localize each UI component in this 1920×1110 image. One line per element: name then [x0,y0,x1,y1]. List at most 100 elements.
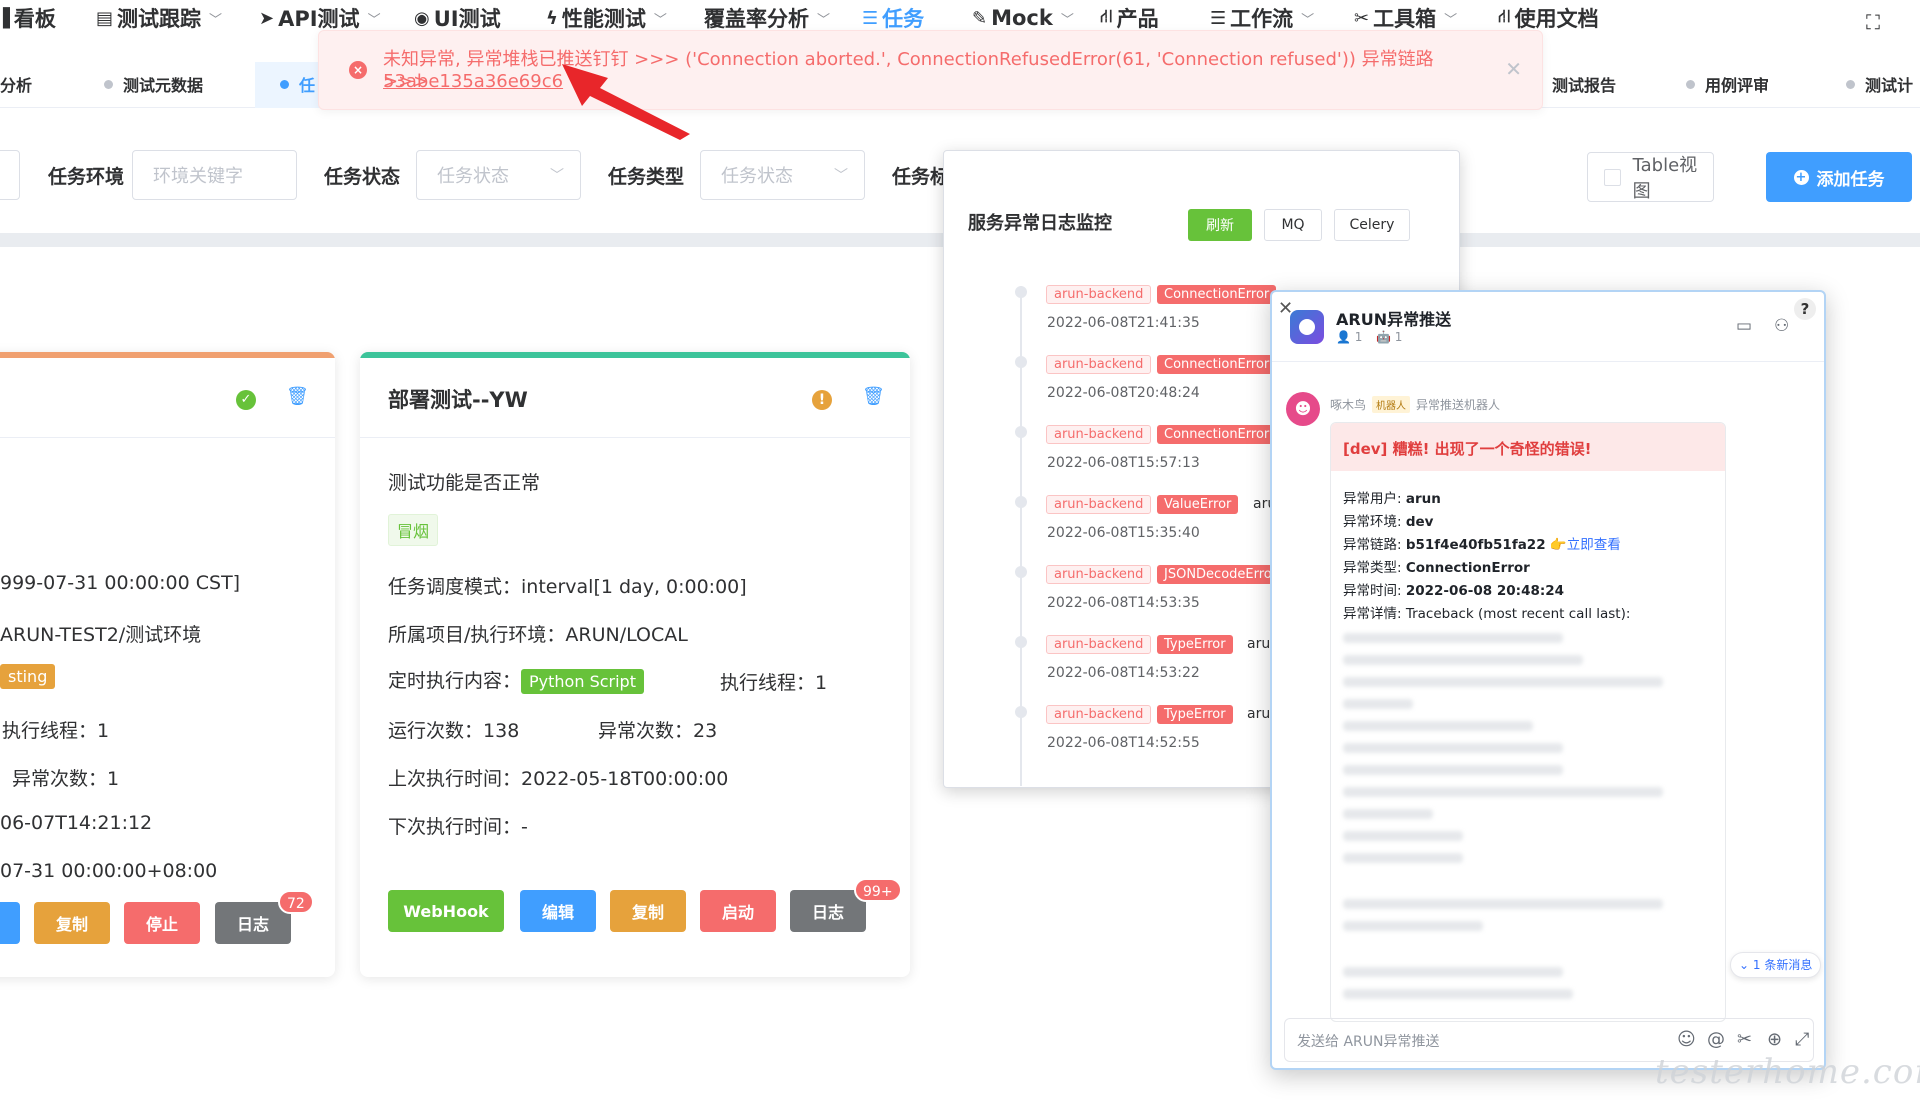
copy-button[interactable]: 复制 [34,902,110,944]
log-user: aru [1247,706,1271,722]
field-value: dev [1405,514,1434,530]
stop-button[interactable]: 停止 [124,902,200,944]
mention-icon[interactable]: @ [1707,1029,1725,1050]
nav-test-tracking[interactable]: ▤ 测试跟踪 ﹀ [96,5,222,31]
timeline-dot [1015,286,1027,298]
error-alert: × 未知异常, 异常堆栈已推送钉钉 >>> ('Connection abort… [318,30,1543,110]
add-icon[interactable]: ⊕ [1767,1029,1782,1050]
field-label: 异常时间: [1343,583,1406,599]
list-icon: ☰ [862,7,879,29]
copy-button[interactable]: 复制 [610,890,686,932]
webhook-button[interactable]: WebHook [388,890,504,932]
mq-button[interactable]: MQ [1264,209,1322,241]
nav-tasks[interactable]: ☰ 任务 [862,5,924,31]
nav-performance[interactable]: ϟ 性能测试 ﹀ [546,5,667,31]
error-tag[interactable]: ConnectionError [1157,285,1277,304]
error-tag[interactable]: ConnectionError [1157,355,1277,374]
blurred-text [1343,655,1583,665]
edit-button[interactable] [0,902,20,944]
project-value: ARUN/LOCAL [565,624,688,646]
nav-ui-test[interactable]: ◉ UI测试 [414,5,501,31]
nav-workflow[interactable]: ☰ 工作流 ﹀ [1210,5,1314,31]
fullscreen-icon[interactable]: ⛶ [1866,10,1880,34]
close-icon[interactable]: ✕ [1505,57,1522,81]
nav-label: Mock [991,6,1053,30]
nav-label: 性能测试 [561,7,646,31]
bot-count-value: 1 [1394,330,1403,344]
env-keyword-input[interactable]: 环境关键字 [132,150,297,200]
tab-analysis[interactable]: 分析 [0,70,32,98]
nav-product[interactable]: ⛙ 产品 [1100,5,1159,31]
status-ok-icon: ✓ [236,390,256,410]
video-icon[interactable]: ▭ [1736,316,1752,336]
refresh-button[interactable]: 刷新 [1188,209,1252,241]
nav-mock[interactable]: ✎ Mock ﹀ [972,5,1074,31]
help-icon[interactable]: ? [1794,298,1816,320]
field-value: arun [1405,491,1441,507]
card-description: 测试功能是否正常 [388,472,541,494]
start-button[interactable]: 启动 [700,890,776,932]
filter-input-partial[interactable] [0,150,20,200]
chart-icon: ▐ [0,7,10,29]
new-message-button[interactable]: ⌄ 1 条新消息 [1730,952,1822,978]
type-select[interactable]: 任务状态 ﹀ [700,150,865,200]
table-view-toggle[interactable]: Table视图 [1587,152,1714,202]
celery-button[interactable]: Celery [1334,209,1410,241]
service-tag: arun-backend [1046,705,1152,724]
tab-case-review[interactable]: 用例评审 [1686,70,1769,98]
card-line: 06-07T14:21:12 [0,812,153,834]
edit-button[interactable]: 编辑 [520,890,596,932]
scissors-icon[interactable]: ✂ [1737,1029,1752,1050]
nav-dashboard[interactable]: ▐ 看板 [0,5,56,31]
nav-docs[interactable]: ⛙ 使用文档 [1498,5,1599,31]
add-member-icon[interactable]: ⚇ [1774,316,1789,336]
error-tag[interactable]: TypeError [1157,635,1233,654]
trash-icon[interactable]: 🗑 [862,386,885,407]
group-avatar [1290,310,1324,344]
runs-label: 运行次数： [388,720,484,742]
sender-name: 啄木鸟 [1330,398,1367,412]
field-label: 异常链路: [1343,537,1406,553]
error-tag[interactable]: TypeError [1157,705,1233,724]
tab-test-plan[interactable]: 测试计 [1846,70,1913,98]
tab-tasks[interactable]: 任 [280,70,315,98]
service-tag: arun-backend [1046,425,1152,444]
field-label: 异常详情: [1343,606,1406,622]
view-link-label: 立即查看 [1566,537,1621,553]
nav-label: 看板 [13,7,56,31]
trash-icon[interactable]: 🗑 [286,386,309,407]
checkbox[interactable] [1604,168,1621,186]
nav-label: 产品 [1116,7,1159,31]
nav-coverage[interactable]: 覆盖率分析 ﹀ [704,5,830,31]
nav-toolbox[interactable]: ✂ 工具箱 ﹀ [1354,5,1457,31]
chevron-down-icon: ﹀ [1060,12,1074,28]
table-view-label: Table视图 [1632,155,1698,202]
error-tag[interactable]: JSONDecodeErro [1157,565,1279,584]
tab-test-report[interactable]: 测试报告 [1552,70,1616,98]
input-placeholder: 发送给 ARUN异常推送 [1297,1034,1440,1050]
card-line: ARUN-TEST2/测试环境 [0,624,202,646]
field-value: ConnectionError [1405,560,1530,576]
card-header [0,358,335,438]
tab-test-metadata[interactable]: 测试元数据 [104,70,203,98]
tab-label: 分析 [0,76,33,95]
chevron-down-icon: ﹀ [1301,12,1315,28]
log-count-badge: 99+ [854,878,902,902]
sliders-icon: ☰ [1210,7,1227,29]
nav-api-test[interactable]: ➤ API测试 ﹀ [259,5,381,31]
trace-link[interactable]: 53abe135a36e69c6 [383,71,563,92]
nav-label: UI测试 [433,7,501,31]
tab-label: 任 [299,76,316,95]
error-tag[interactable]: ValueError [1157,495,1239,514]
blurred-text [1343,787,1663,797]
project-label: 所属项目/执行环境： [388,624,566,646]
expand-icon[interactable]: ⤢ [1795,1029,1809,1050]
blurred-text [1343,809,1433,819]
status-select[interactable]: 任务状态 ﹀ [416,150,581,200]
error-tag[interactable]: ConnectionError [1157,425,1277,444]
log-button[interactable]: 日志 [790,890,866,932]
add-task-button[interactable]: + 添加任务 [1766,152,1912,202]
view-link[interactable]: 👉立即查看 [1550,537,1621,553]
card-line: 07-31 00:00:00+08:00 [0,860,218,882]
emoji-icon[interactable]: ☺ [1677,1029,1696,1050]
